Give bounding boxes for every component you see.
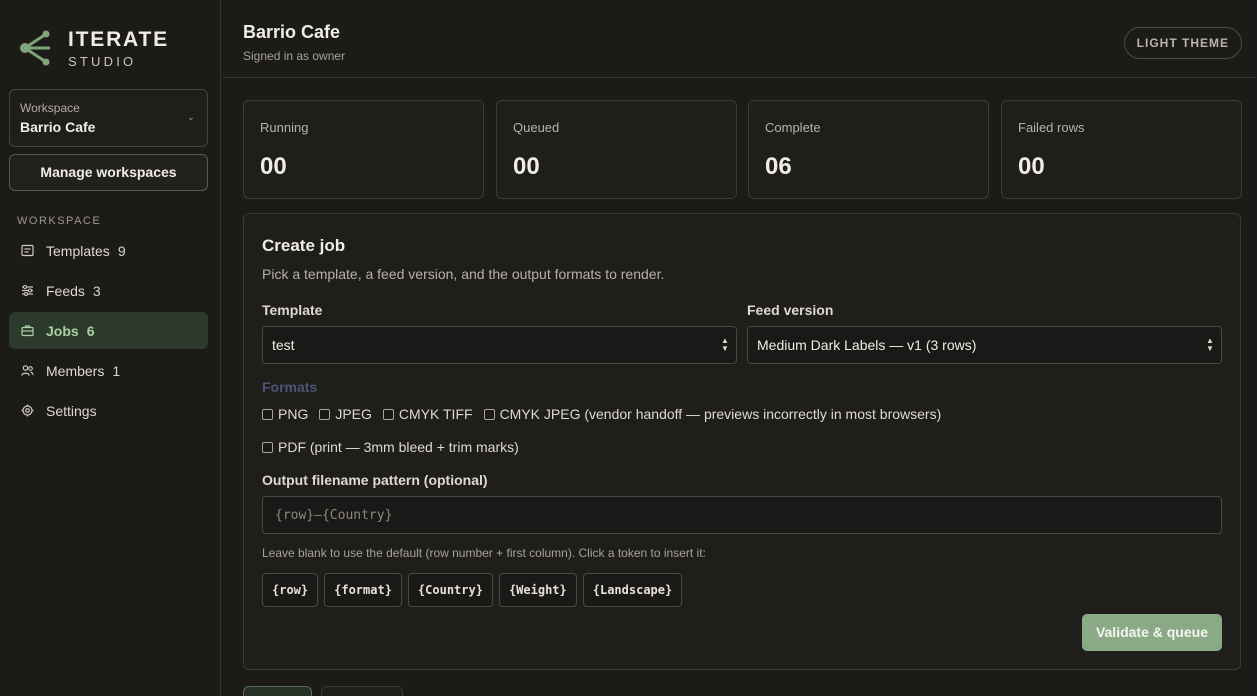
stat-value: 00 xyxy=(1018,153,1045,180)
sliders-icon xyxy=(22,285,33,296)
format-cmyk-jpeg-checkbox[interactable]: CMYK JPEG (vendor handoff — previews inc… xyxy=(483,406,942,422)
nav-heading: WORKSPACE xyxy=(17,215,102,227)
template-select-value: test xyxy=(272,337,295,353)
share-icon xyxy=(20,30,50,66)
feed-version-select[interactable]: Medium Dark Labels — v1 (3 rows) ▲ ▼ xyxy=(747,326,1222,364)
checkbox-box[interactable] xyxy=(483,408,495,420)
brand-logo[interactable]: ITERATE STUDIO xyxy=(18,28,169,68)
sidebar-item-label: Feeds xyxy=(46,282,85,299)
sidebar-item-count: 3 xyxy=(92,282,101,299)
formats-row: PNG JPEG CMYK TIFF CMYK JPEG (vendor han… xyxy=(262,406,952,422)
sidebar-item-label: Jobs xyxy=(46,322,79,339)
stat-label: Failed rows xyxy=(1018,120,1085,135)
light-theme-button[interactable]: LIGHT THEME xyxy=(1123,27,1242,59)
workspace-value: Barrio Cafe xyxy=(20,119,96,135)
format-label: PDF (print — 3mm bleed + trim marks) xyxy=(278,439,519,455)
stat-label: Complete xyxy=(765,120,821,135)
briefcase-icon xyxy=(21,325,34,337)
sidebar-item-label: Members xyxy=(46,362,105,379)
stat-queued: Queued 00 xyxy=(496,100,737,199)
brand-subtitle: STUDIO xyxy=(68,53,137,69)
sidebar-item-label: Templates xyxy=(46,242,110,259)
stat-value: 06 xyxy=(765,153,792,180)
sidebar-item-members[interactable]: Members 1 xyxy=(9,352,208,389)
token-landscape[interactable]: {Landscape} xyxy=(582,573,683,607)
users-icon xyxy=(21,365,34,376)
filename-pattern-hint: Leave blank to use the default (row numb… xyxy=(262,546,706,560)
feed-version-select-value: Medium Dark Labels — v1 (3 rows) xyxy=(757,337,977,353)
sidebar-item-jobs[interactable]: Jobs 6 xyxy=(9,312,208,349)
checkbox-box[interactable] xyxy=(262,408,273,420)
format-pdf-checkbox[interactable]: PDF (print — 3mm bleed + trim marks) xyxy=(262,439,519,455)
select-arrows-icon: ▲ ▼ xyxy=(721,336,729,353)
format-label: JPEG xyxy=(335,406,372,422)
template-label: Template xyxy=(262,302,323,318)
stat-failed-rows: Failed rows 00 xyxy=(1001,100,1242,199)
manage-workspaces-button[interactable]: Manage workspaces xyxy=(9,154,208,191)
tab-button-partial[interactable] xyxy=(243,686,312,696)
sidebar-item-count: 9 xyxy=(117,242,126,259)
create-job-title: Create job xyxy=(262,236,346,255)
feed-version-label: Feed version xyxy=(747,302,834,318)
sidebar-item-feeds[interactable]: Feeds 3 xyxy=(9,272,208,309)
format-cmyk-tiff-checkbox[interactable]: CMYK TIFF xyxy=(382,406,473,422)
format-label: CMYK JPEG (vendor handoff — previews inc… xyxy=(499,406,942,422)
sidebar-nav: Templates 9 Feeds 3 Jobs 6 Members 1 Set… xyxy=(9,232,208,432)
chevron-down-icon: ⌄ xyxy=(186,112,195,123)
format-label: PNG xyxy=(278,406,309,422)
signed-in-status: Signed in as owner xyxy=(243,49,346,63)
tab-button-partial[interactable] xyxy=(321,686,403,696)
format-jpeg-checkbox[interactable]: JPEG xyxy=(319,406,372,422)
workspace-select[interactable]: Workspace Barrio Cafe ⌄ xyxy=(9,89,208,147)
filename-pattern-label: Output filename pattern (optional) xyxy=(262,472,488,488)
format-label: CMYK TIFF xyxy=(398,406,473,422)
stat-label: Running xyxy=(260,120,309,135)
token-country[interactable]: {Country} xyxy=(407,573,493,607)
stat-running: Running 00 xyxy=(243,100,484,199)
create-job-panel: Create job Pick a template, a feed versi… xyxy=(243,213,1241,670)
select-arrows-icon: ▲ ▼ xyxy=(1206,336,1214,353)
stat-value: 00 xyxy=(513,153,540,180)
workspace-label: Workspace xyxy=(20,101,80,115)
validate-queue-button[interactable]: Validate & queue xyxy=(1081,614,1222,651)
brand-name: ITERATE xyxy=(68,27,169,51)
token-row[interactable]: {row} xyxy=(262,573,319,607)
sidebar-item-count: 6 xyxy=(86,322,95,339)
template-icon xyxy=(21,244,34,257)
create-job-description: Pick a template, a feed version, and the… xyxy=(262,266,665,282)
format-png-checkbox[interactable]: PNG xyxy=(262,406,308,422)
sidebar-item-templates[interactable]: Templates 9 xyxy=(9,232,208,269)
checkbox-box[interactable] xyxy=(319,408,331,420)
formats-label: Formats xyxy=(262,379,318,395)
stat-value: 00 xyxy=(260,153,287,180)
token-list: {row} {format} {Country} {Weight} {Lands… xyxy=(262,573,688,607)
stat-label: Queued xyxy=(513,120,560,135)
sidebar-item-settings[interactable]: Settings xyxy=(9,392,208,429)
sidebar-item-label: Settings xyxy=(46,402,97,419)
token-format[interactable]: {format} xyxy=(324,573,402,607)
checkbox-box[interactable] xyxy=(382,408,394,420)
gear-icon xyxy=(21,404,34,417)
filename-pattern-input[interactable] xyxy=(262,496,1222,534)
stat-complete: Complete 06 xyxy=(748,100,989,199)
sidebar-item-count: 1 xyxy=(112,362,121,379)
page-header: Barrio Cafe Signed in as owner LIGHT THE… xyxy=(222,0,1257,78)
formats-row: PDF (print — 3mm bleed + trim marks) xyxy=(262,439,530,455)
template-select[interactable]: test ▲ ▼ xyxy=(262,326,737,364)
sidebar: ITERATE STUDIO Workspace Barrio Cafe ⌄ M… xyxy=(0,0,221,696)
token-weight[interactable]: {Weight} xyxy=(498,573,577,607)
checkbox-box[interactable] xyxy=(262,441,273,453)
page-title: Barrio Cafe xyxy=(243,22,341,42)
